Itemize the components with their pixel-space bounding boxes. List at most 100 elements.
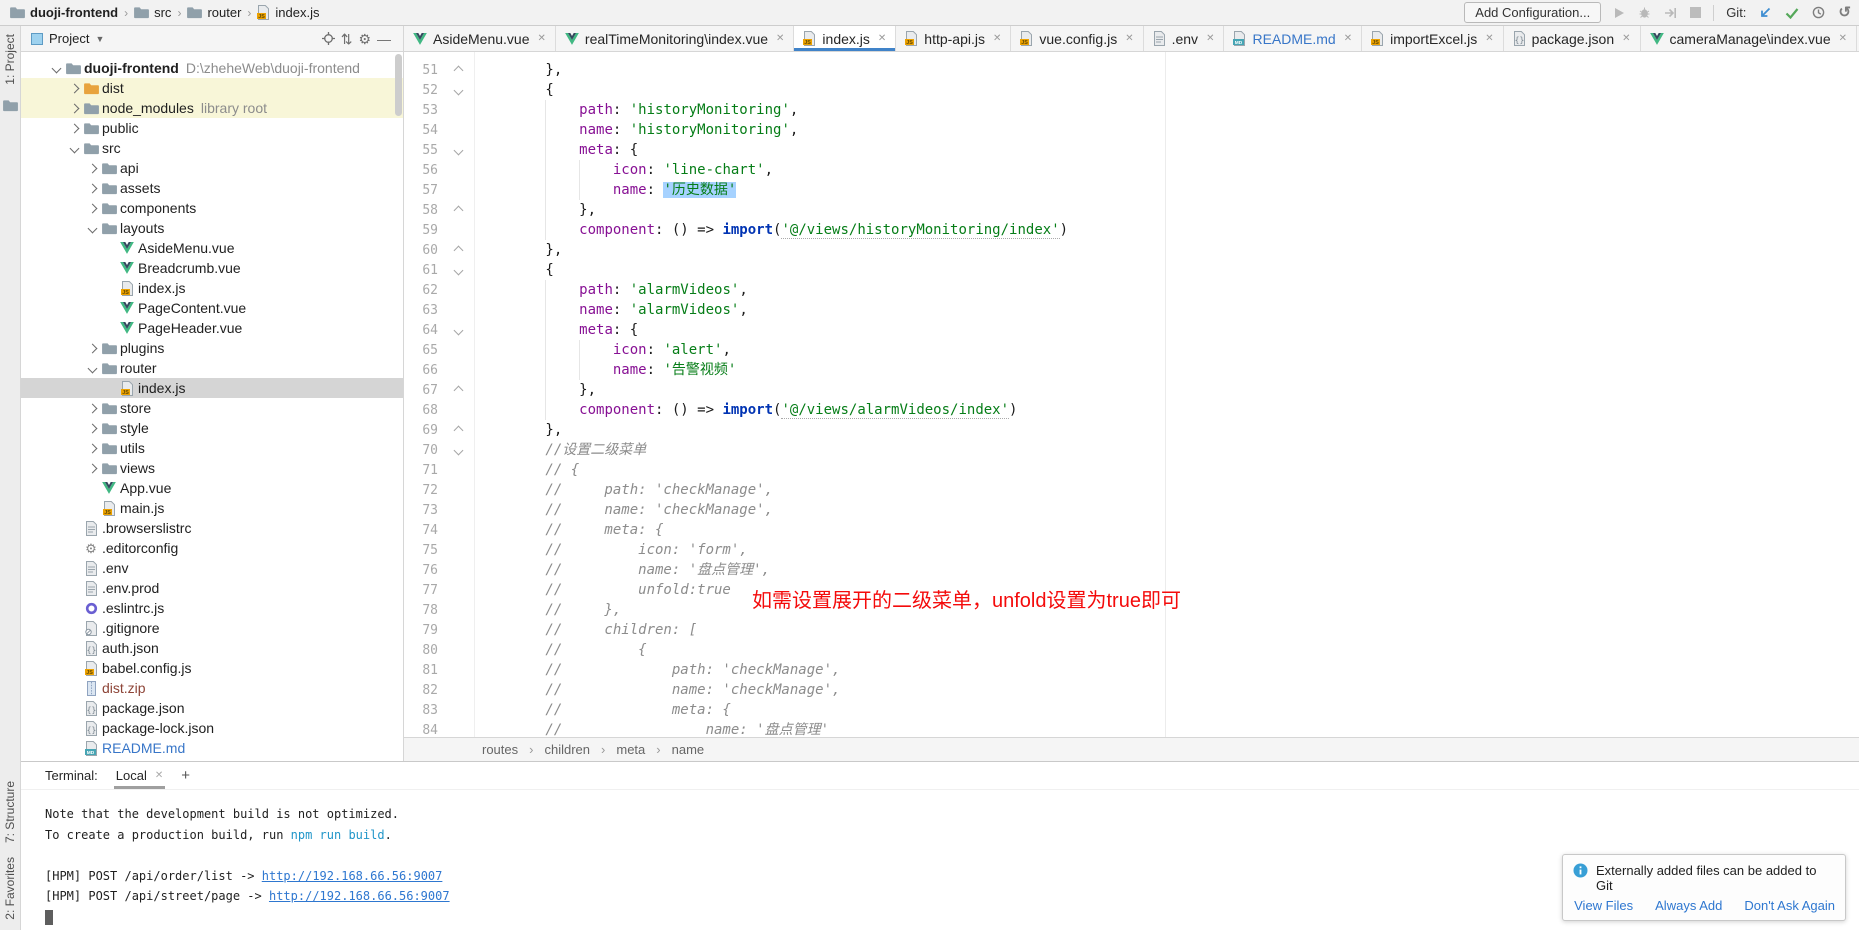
collapse-all-icon[interactable]: ⇅ — [341, 32, 353, 46]
tree-item-index.js[interactable]: JSindex.js — [21, 378, 403, 398]
fold-marker-icon[interactable] — [453, 265, 463, 275]
tree-item-dist.zip[interactable]: dist.zip — [21, 678, 403, 698]
tree-item-views[interactable]: views — [21, 458, 403, 478]
nav-crumb-index.js[interactable]: JSindex.js — [257, 5, 319, 20]
tree-item-package.json[interactable]: {}package.json — [21, 698, 403, 718]
hide-panel-icon[interactable]: — — [377, 32, 391, 46]
stop-icon[interactable] — [1690, 7, 1701, 18]
chevron-right-icon[interactable] — [87, 163, 97, 173]
project-toolwindow-icon[interactable] — [3, 99, 18, 117]
tree-item-PageHeader.vue[interactable]: PageHeader.vue — [21, 318, 403, 338]
close-icon[interactable]: ✕ — [993, 33, 1001, 44]
close-icon[interactable]: ✕ — [1206, 33, 1214, 44]
fold-marker-icon[interactable] — [453, 425, 463, 435]
tree-item-index.js[interactable]: JSindex.js — [21, 278, 403, 298]
tree-item-api[interactable]: api — [21, 158, 403, 178]
close-icon[interactable]: ✕ — [155, 770, 163, 781]
tree-item-.env[interactable]: .env — [21, 558, 403, 578]
tab-http-api.js[interactable]: JShttp-api.js✕ — [896, 26, 1011, 51]
attach-icon[interactable] — [1664, 7, 1677, 19]
code-crumb-children[interactable]: children — [544, 742, 590, 757]
tree-item-README.md[interactable]: MDREADME.md — [21, 738, 403, 758]
add-configuration-button[interactable]: Add Configuration... — [1464, 2, 1601, 23]
chevron-right-icon[interactable] — [87, 203, 97, 213]
notification-action-view-files[interactable]: View Files — [1574, 898, 1633, 913]
chevron-right-icon[interactable] — [69, 123, 79, 133]
tree-item-.env.prod[interactable]: .env.prod — [21, 578, 403, 598]
close-icon[interactable]: ✕ — [776, 33, 784, 44]
fold-marker-icon[interactable] — [453, 445, 463, 455]
terminal-link[interactable]: http://192.168.66.56:9007 — [269, 889, 450, 903]
new-terminal-icon[interactable]: + — [181, 767, 190, 784]
debug-icon[interactable] — [1638, 6, 1651, 19]
tree-item-node_modules[interactable]: node_moduleslibrary root — [21, 98, 403, 118]
tree-scrollbar[interactable] — [395, 54, 402, 116]
tree-item-utils[interactable]: utils — [21, 438, 403, 458]
fold-marker-icon[interactable] — [453, 245, 463, 255]
tree-item-.editorconfig[interactable]: ⚙.editorconfig — [21, 538, 403, 558]
fold-marker-icon[interactable] — [453, 325, 463, 335]
tab-index.js[interactable]: JSindex.js✕ — [794, 26, 896, 51]
tree-item-package-lock.json[interactable]: {}package-lock.json — [21, 718, 403, 738]
tab-package.json[interactable]: {}package.json✕ — [1504, 26, 1641, 51]
stripe-project-button[interactable]: 1: Project — [3, 34, 17, 85]
locate-file-icon[interactable] — [322, 32, 335, 45]
tree-item-AsideMenu.vue[interactable]: AsideMenu.vue — [21, 238, 403, 258]
git-commit-icon[interactable] — [1785, 7, 1799, 19]
nav-crumb-router[interactable]: router — [187, 5, 241, 20]
chevron-right-icon[interactable] — [87, 463, 97, 473]
chevron-down-icon[interactable] — [87, 223, 97, 233]
fold-marker-icon[interactable] — [453, 205, 463, 215]
tree-item-router[interactable]: router — [21, 358, 403, 378]
tree-item-components[interactable]: components — [21, 198, 403, 218]
tree-item-PageContent.vue[interactable]: PageContent.vue — [21, 298, 403, 318]
chevron-right-icon[interactable] — [87, 403, 97, 413]
tree-item-Breadcrumb.vue[interactable]: Breadcrumb.vue — [21, 258, 403, 278]
notification-action-always-add[interactable]: Always Add — [1655, 898, 1722, 913]
run-icon[interactable] — [1613, 7, 1625, 19]
tree-item-layouts[interactable]: layouts — [21, 218, 403, 238]
close-icon[interactable]: ✕ — [538, 33, 546, 44]
tree-item-babel.config.js[interactable]: JSbabel.config.js — [21, 658, 403, 678]
chevron-right-icon[interactable] — [87, 423, 97, 433]
code-crumb-meta[interactable]: meta — [616, 742, 645, 757]
tab-importExcel.js[interactable]: JSimportExcel.js✕ — [1362, 26, 1504, 51]
tree-item-.browserslistrc[interactable]: .browserslistrc — [21, 518, 403, 538]
git-update-icon[interactable] — [1758, 6, 1772, 20]
tree-item-duoji-frontend[interactable]: duoji-frontendD:\zheheWeb\duoji-frontend — [21, 58, 403, 78]
code-editor[interactable]: 如需设置展开的二级菜单，unfold设置为true即可 51 },52 {53 … — [404, 52, 1859, 737]
close-icon[interactable]: ✕ — [1622, 33, 1630, 44]
history-icon[interactable] — [1812, 6, 1825, 19]
nav-crumb-src[interactable]: src — [134, 5, 171, 20]
chevron-right-icon[interactable] — [87, 183, 97, 193]
panel-settings-icon[interactable]: ⚙ — [358, 32, 371, 46]
chevron-right-icon[interactable] — [87, 343, 97, 353]
close-icon[interactable]: ✕ — [878, 33, 886, 44]
tree-item-App.vue[interactable]: App.vue — [21, 478, 403, 498]
chevron-down-icon[interactable] — [87, 363, 97, 373]
tab-vue.config.js[interactable]: JSvue.config.js✕ — [1011, 26, 1143, 51]
chevron-right-icon[interactable] — [69, 83, 79, 93]
nav-crumb-duoji-frontend[interactable]: duoji-frontend — [10, 5, 118, 20]
tree-item-.gitignore[interactable]: .gitignore — [21, 618, 403, 638]
chevron-right-icon[interactable] — [69, 103, 79, 113]
tree-item-.eslintrc.js[interactable]: .eslintrc.js — [21, 598, 403, 618]
tab-cameraManage\index.vue[interactable]: cameraManage\index.vue✕ — [1641, 26, 1858, 51]
tree-item-main.js[interactable]: JSmain.js — [21, 498, 403, 518]
close-icon[interactable]: ✕ — [1125, 33, 1133, 44]
close-icon[interactable]: ✕ — [1839, 33, 1847, 44]
code-crumb-name[interactable]: name — [672, 742, 705, 757]
tree-item-style[interactable]: style — [21, 418, 403, 438]
tree-item-public[interactable]: public — [21, 118, 403, 138]
terminal-tab-local[interactable]: Local ✕ — [116, 762, 163, 789]
tree-item-src[interactable]: src — [21, 138, 403, 158]
rollback-icon[interactable]: ↺ — [1838, 5, 1851, 20]
project-tree[interactable]: duoji-frontendD:\zheheWeb\duoji-frontend… — [21, 52, 403, 761]
close-icon[interactable]: ✕ — [1344, 33, 1352, 44]
close-icon[interactable]: ✕ — [1485, 33, 1493, 44]
tree-item-dist[interactable]: dist — [21, 78, 403, 98]
fold-marker-icon[interactable] — [453, 385, 463, 395]
chevron-down-icon[interactable] — [69, 143, 79, 153]
tree-item-auth.json[interactable]: {}auth.json — [21, 638, 403, 658]
chevron-right-icon[interactable] — [87, 443, 97, 453]
